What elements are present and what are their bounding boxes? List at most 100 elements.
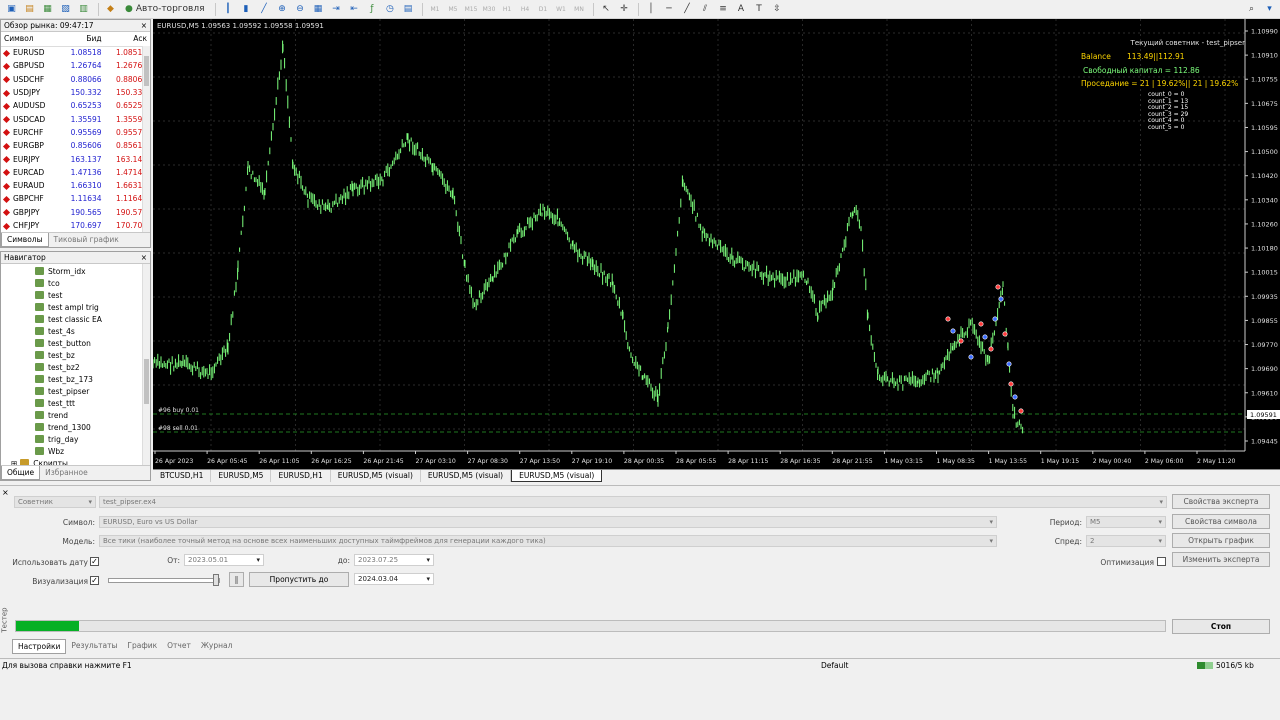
navigator-item[interactable]: Storm_idx xyxy=(1,265,150,277)
navigator-item[interactable]: test classic EA xyxy=(1,313,150,325)
timeframe-m30[interactable]: M30 xyxy=(481,2,496,17)
navigator-item[interactable]: test_bz2 xyxy=(1,361,150,373)
timeframe-m15[interactable]: M15 xyxy=(463,2,478,17)
table-row[interactable]: EURGBP 0.85606 0.85610 xyxy=(1,139,150,152)
text-tool-icon[interactable]: A xyxy=(733,2,748,17)
navigator-item[interactable]: Wbz xyxy=(1,445,150,457)
navigator-item[interactable]: trend_1300 xyxy=(1,421,150,433)
optimization-checkbox[interactable] xyxy=(1157,557,1166,566)
tile-windows-icon[interactable]: ▦ xyxy=(310,2,325,17)
zoom-in-icon[interactable]: ⊕ xyxy=(274,2,289,17)
horizontal-line-icon[interactable]: ─ xyxy=(661,2,676,17)
autoscroll-icon[interactable]: ⇥ xyxy=(328,2,343,17)
symbol-column-header[interactable]: Символ xyxy=(1,32,60,47)
speed-slider-handle[interactable] xyxy=(213,574,219,586)
navigator-item[interactable]: test_button xyxy=(1,337,150,349)
navigator-item[interactable]: test_bz_173 xyxy=(1,373,150,385)
bid-column-header[interactable]: Бид xyxy=(59,32,105,47)
close-icon[interactable]: × xyxy=(141,253,147,262)
timeframe-h1[interactable]: H1 xyxy=(499,2,514,17)
close-icon[interactable]: × xyxy=(141,21,147,30)
timeframe-h4[interactable]: H4 xyxy=(517,2,532,17)
table-row[interactable]: EURUSD 1.08518 1.08519 xyxy=(1,46,150,59)
crosshair-icon[interactable]: ✛ xyxy=(616,2,631,17)
market-watch-icon[interactable]: ▦ xyxy=(40,2,55,17)
expert-select[interactable]: test_pipser.ex4 ▾ xyxy=(99,496,1167,508)
label-tool-icon[interactable]: T xyxy=(751,2,766,17)
fibonacci-icon[interactable]: ≡ xyxy=(715,2,730,17)
table-row[interactable]: USDCAD 1.35591 1.35598 xyxy=(1,112,150,125)
candles-icon[interactable]: ▮ xyxy=(238,2,253,17)
table-row[interactable]: GBPCHF 1.11634 1.11641 xyxy=(1,192,150,205)
auto-trading-button[interactable]: ● Авто-торговля xyxy=(121,2,208,17)
navigator-item[interactable]: test_4s xyxy=(1,325,150,337)
navigator-item[interactable]: trig_day xyxy=(1,433,150,445)
navigator-item[interactable]: test_bz xyxy=(1,349,150,361)
period-select[interactable]: M5 ▾ xyxy=(1086,516,1166,528)
table-row[interactable]: EURCAD 1.47136 1.47148 xyxy=(1,166,150,179)
chart-tab[interactable]: EURUSD,M5 (visual) xyxy=(331,470,421,482)
search-icon[interactable]: ⌕ xyxy=(1244,2,1259,17)
scrollbar-thumb[interactable] xyxy=(144,359,149,404)
speed-slider[interactable] xyxy=(108,578,220,583)
new-chart-icon[interactable]: ▣ xyxy=(4,2,19,17)
tab-favorites[interactable]: Избранное xyxy=(40,466,93,480)
tester-close-icon[interactable]: × xyxy=(2,488,9,497)
chart-tab[interactable]: BTCUSD,H1 xyxy=(153,470,212,482)
visualization-checkbox[interactable]: ✓ xyxy=(90,576,99,585)
table-row[interactable]: EURAUD 1.66310 1.66313 xyxy=(1,179,150,192)
from-date-input[interactable]: 2023.05.01 ▾ xyxy=(184,554,264,566)
tab-common[interactable]: Общие xyxy=(1,466,41,480)
chart-tab[interactable]: EURUSD,M5 xyxy=(211,470,272,482)
to-date-input[interactable]: 2023.07.25 ▾ xyxy=(354,554,434,566)
chart-tab[interactable]: EURUSD,M5 (visual) xyxy=(421,470,512,482)
symbol-properties-button[interactable]: Свойства символа xyxy=(1172,514,1270,529)
stop-button[interactable]: Стоп xyxy=(1172,619,1270,634)
timeframe-w1[interactable]: W1 xyxy=(553,2,568,17)
symbol-select[interactable]: EURUSD, Euro vs US Dollar ▾ xyxy=(99,516,997,528)
metaeditor-icon[interactable]: ◆ xyxy=(103,2,118,17)
templates-icon[interactable]: ▤ xyxy=(400,2,415,17)
navigator-item[interactable]: test_ttt xyxy=(1,397,150,409)
navigator-scrollbar[interactable] xyxy=(142,264,150,467)
tab-results[interactable]: Результаты xyxy=(66,639,122,654)
chart-tab[interactable]: EURUSD,H1 xyxy=(271,470,331,482)
indicators-icon[interactable]: ƒ xyxy=(364,2,379,17)
vertical-line-icon[interactable]: │ xyxy=(643,2,658,17)
table-row[interactable]: CHFJPY 170.697 170.708 xyxy=(1,219,150,232)
navigator-item[interactable]: tco xyxy=(1,277,150,289)
table-row[interactable]: AUDUSD 0.65253 0.65253 xyxy=(1,99,150,112)
navigator-icon[interactable]: ▧ xyxy=(58,2,73,17)
price-chart[interactable]: 1.10990 1.10910 1.10755 1.10675 1.10595 1.105… xyxy=(153,19,1280,469)
channel-icon[interactable]: ⫽ xyxy=(697,2,712,17)
model-select[interactable]: Все тики (наиболее точный метод на основ… xyxy=(99,535,997,547)
ask-column-header[interactable]: Аск xyxy=(104,32,150,47)
chart-tab-active[interactable]: EURUSD,M5 (visual) xyxy=(511,470,603,482)
navigator-item[interactable]: trend xyxy=(1,409,150,421)
tab-symbols[interactable]: Символы xyxy=(1,233,49,247)
spread-select[interactable]: 2 ▾ xyxy=(1086,535,1166,547)
navigator-item[interactable]: test xyxy=(1,289,150,301)
chart-shift-icon[interactable]: ⇤ xyxy=(346,2,361,17)
modify-expert-button[interactable]: Изменить эксперта xyxy=(1172,552,1270,567)
open-chart-button[interactable]: Открыть график xyxy=(1172,533,1270,548)
table-row[interactable]: GBPJPY 190.565 190.573 xyxy=(1,206,150,219)
zoom-out-icon[interactable]: ⊖ xyxy=(292,2,307,17)
tab-journal[interactable]: Журнал xyxy=(196,639,238,654)
table-row[interactable]: EURJPY 163.137 163.144 xyxy=(1,152,150,165)
tab-graph[interactable]: График xyxy=(122,639,162,654)
timeframe-mn[interactable]: MN xyxy=(571,2,586,17)
timeframe-m5[interactable]: M5 xyxy=(445,2,460,17)
expert-properties-button[interactable]: Свойства эксперта xyxy=(1172,494,1270,509)
type-select[interactable]: Советник ▾ xyxy=(14,496,96,508)
timeframe-d1[interactable]: D1 xyxy=(535,2,550,17)
tab-report[interactable]: Отчет xyxy=(162,639,196,654)
table-row[interactable]: USDCHF 0.88066 0.88069 xyxy=(1,73,150,86)
bar-chart-icon[interactable]: ┃ xyxy=(220,2,235,17)
terminal-icon[interactable]: ▥ xyxy=(76,2,91,17)
line-chart-icon[interactable]: ╱ xyxy=(256,2,271,17)
tab-tick-chart[interactable]: Тиковый график xyxy=(49,233,124,247)
cursor-icon[interactable]: ↖ xyxy=(598,2,613,17)
skip-to-date-input[interactable]: 2024.03.04 ▾ xyxy=(354,573,434,585)
periods-icon[interactable]: ◷ xyxy=(382,2,397,17)
